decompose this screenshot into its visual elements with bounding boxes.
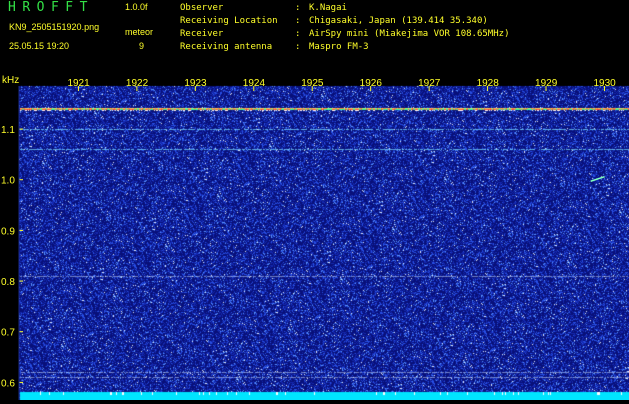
filename-label: KN9_2505151920.png — [9, 22, 100, 32]
info-key: Receiving Location — [180, 16, 278, 26]
spectrogram-axes: kHz 1921 1922 1923 1924 1925 1926 1927 1928 1929 1… — [1, 75, 616, 400]
info-value: K.Nagai — [309, 3, 347, 13]
meteor-label: meteor — [125, 27, 154, 37]
info-key: Observer — [180, 3, 224, 13]
info-separator: : — [295, 42, 301, 52]
datetime-label: 25.05.15 19:20 — [9, 41, 70, 51]
y-tick-label: 0.8 — [1, 277, 15, 288]
info-row-receiver: Receiver : AirSpy mini (Miakejima VOR 10… — [180, 28, 509, 41]
y-tick-label: 1.0 — [1, 176, 15, 187]
info-row-observer: Observer : K.Nagai — [180, 2, 509, 15]
app-title: HROFFT — [8, 0, 94, 15]
meteor-echo — [590, 175, 605, 182]
info-separator: : — [295, 16, 301, 26]
version-label: 1.0.0f — [125, 2, 148, 12]
observation-info: Observer : K.Nagai Receiving Location : … — [180, 2, 509, 54]
header: HROFFT 1.0.0f KN9_2505151920.png 25.05.1… — [0, 0, 629, 72]
info-separator: : — [295, 3, 301, 13]
info-value: Maspro FM-3 — [309, 42, 369, 52]
spectrogram-area: kHz 1921 1922 1923 1924 1925 1926 1927 1928 1929 1… — [0, 72, 629, 400]
info-key: Receiving antenna — [180, 42, 273, 52]
y-tick-label: 0.7 — [1, 328, 15, 339]
y-tick-label: 1.1 — [1, 125, 15, 136]
info-row-location: Receiving Location : Chigasaki, Japan (1… — [180, 15, 509, 28]
y-tick-label: 0.9 — [1, 226, 15, 237]
info-key: Receiver — [180, 29, 224, 39]
y-tick-label: 0.6 — [1, 378, 15, 389]
info-value: Chigasaki, Japan (139.414 35.340) — [309, 16, 488, 26]
info-value: AirSpy mini (Miakejima VOR 108.65MHz) — [309, 29, 510, 39]
info-row-antenna: Receiving antenna : Maspro FM-3 — [180, 41, 509, 54]
info-separator: : — [295, 29, 301, 39]
meteor-count: 9 — [139, 41, 145, 51]
y-unit-label: kHz — [2, 75, 19, 86]
